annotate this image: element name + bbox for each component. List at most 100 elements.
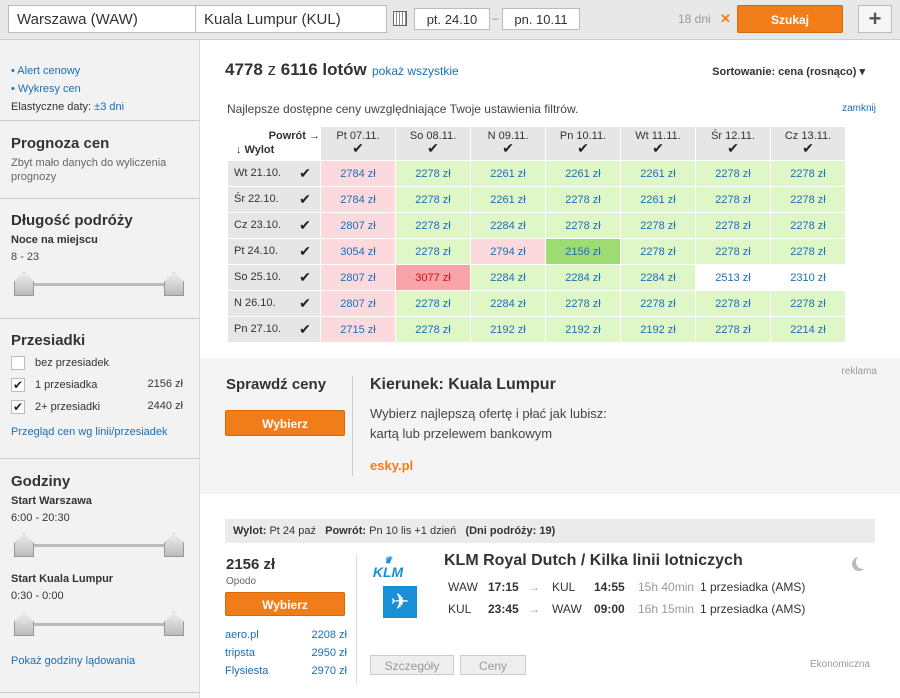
return-date-header[interactable]: Pn 10.11. ✔ bbox=[546, 127, 620, 160]
price-cell[interactable]: 2278 zł bbox=[396, 291, 470, 316]
vendor-name[interactable]: Flysiesta bbox=[225, 662, 268, 680]
depart-date-checkbox[interactable]: ✔ bbox=[298, 322, 312, 337]
price-cell[interactable]: 2278 zł bbox=[396, 213, 470, 238]
show-all-link[interactable]: pokaż wszystkie bbox=[372, 64, 459, 78]
price-cell[interactable]: 2278 zł bbox=[546, 213, 620, 238]
close-icon[interactable]: ✕ bbox=[720, 11, 731, 27]
grid-close-link[interactable]: zamknij bbox=[842, 103, 876, 114]
depart-date-header[interactable]: Pn 27.10. ✔ bbox=[228, 317, 320, 342]
stop-option[interactable]: bez przesiadek bbox=[11, 356, 191, 378]
price-alert-link[interactable]: • Alert cenowy bbox=[11, 65, 80, 77]
price-cell[interactable]: 2214 zł bbox=[771, 317, 845, 342]
vendor-name[interactable]: tripsta bbox=[225, 644, 255, 662]
price-cell[interactable]: 2278 zł bbox=[771, 213, 845, 238]
depart-date-checkbox[interactable]: ✔ bbox=[298, 192, 312, 207]
price-cell[interactable]: 2278 zł bbox=[621, 239, 695, 264]
vendor-price[interactable]: 2950 zł bbox=[312, 644, 347, 662]
return-date-header[interactable]: Pt 07.11. ✔ bbox=[321, 127, 395, 160]
price-cell[interactable]: 2278 zł bbox=[621, 213, 695, 238]
price-cell[interactable]: 2784 zł bbox=[321, 187, 395, 212]
prices-button[interactable]: Ceny bbox=[460, 655, 526, 675]
return-date-header[interactable]: Cz 13.11. ✔ bbox=[771, 127, 845, 160]
price-cell[interactable]: 2261 zł bbox=[621, 161, 695, 186]
price-cell[interactable]: 2192 zł bbox=[621, 317, 695, 342]
price-cell[interactable]: 2807 zł bbox=[321, 291, 395, 316]
price-cell[interactable]: 2807 zł bbox=[321, 213, 395, 238]
return-date-checkbox[interactable]: ✔ bbox=[501, 141, 515, 156]
details-button[interactable]: Szczegóły bbox=[370, 655, 454, 675]
slider-handle-max[interactable] bbox=[164, 272, 184, 296]
price-cell[interactable]: 2284 zł bbox=[546, 265, 620, 290]
destination-input[interactable]: Kuala Lumpur (KUL) bbox=[195, 5, 387, 33]
stop-option[interactable]: ✔ 2+ przesiadki 2440 zł bbox=[11, 400, 191, 422]
return-date-header[interactable]: N 09.11. ✔ bbox=[471, 127, 545, 160]
price-cell[interactable]: 2278 zł bbox=[396, 239, 470, 264]
landing-hours-link[interactable]: Pokaż godziny lądowania bbox=[11, 655, 135, 667]
vendor-name[interactable]: aero.pl bbox=[225, 626, 259, 644]
sort-dropdown[interactable]: Sortowanie: cena (rosnąco) ▾ bbox=[712, 65, 865, 78]
price-cell[interactable]: 2278 zł bbox=[771, 239, 845, 264]
result-choose-button[interactable]: Wybierz bbox=[225, 592, 345, 616]
return-date-checkbox[interactable]: ✔ bbox=[726, 141, 740, 156]
price-cell[interactable]: 2278 zł bbox=[696, 291, 770, 316]
price-cell[interactable]: 2278 zł bbox=[696, 161, 770, 186]
depart-date-header[interactable]: Pt 24.10. ✔ bbox=[228, 239, 320, 264]
price-cell[interactable]: 2278 zł bbox=[771, 187, 845, 212]
calendar-icon[interactable] bbox=[393, 11, 407, 26]
depart-date-header[interactable]: N 26.10. ✔ bbox=[228, 291, 320, 316]
price-cell[interactable]: 2278 zł bbox=[621, 291, 695, 316]
price-cell[interactable]: 2278 zł bbox=[696, 317, 770, 342]
stops-overview-link[interactable]: Przegląd cen wg linii/przesiadek bbox=[11, 426, 168, 438]
return-date-checkbox[interactable]: ✔ bbox=[801, 141, 815, 156]
depart-date-checkbox[interactable]: ✔ bbox=[298, 270, 312, 285]
price-cell[interactable]: 2278 zł bbox=[546, 187, 620, 212]
return-date-header[interactable]: So 08.11. ✔ bbox=[396, 127, 470, 160]
price-cell[interactable]: 2310 zł bbox=[771, 265, 845, 290]
price-cell[interactable]: 2156 zł bbox=[546, 239, 620, 264]
return-date-checkbox[interactable]: ✔ bbox=[576, 141, 590, 156]
slider-handle-max[interactable] bbox=[164, 533, 184, 557]
depart-date-checkbox[interactable]: ✔ bbox=[298, 166, 312, 181]
price-cell[interactable]: 2784 zł bbox=[321, 161, 395, 186]
price-cell[interactable]: 2261 zł bbox=[471, 187, 545, 212]
price-cell[interactable]: 2278 zł bbox=[696, 239, 770, 264]
price-cell[interactable]: 2261 zł bbox=[621, 187, 695, 212]
slider-handle-min[interactable] bbox=[14, 612, 34, 636]
return-date-checkbox[interactable]: ✔ bbox=[351, 141, 365, 156]
depart-date-header[interactable]: Wt 21.10. ✔ bbox=[228, 161, 320, 186]
price-cell[interactable]: 2278 zł bbox=[546, 291, 620, 316]
depart-date-input[interactable]: pt. 24.10 bbox=[414, 8, 490, 30]
price-cell[interactable]: 2261 zł bbox=[471, 161, 545, 186]
return-date-checkbox[interactable]: ✔ bbox=[651, 141, 665, 156]
stop-checkbox[interactable]: ✔ bbox=[11, 400, 25, 414]
slider-handle-max[interactable] bbox=[164, 612, 184, 636]
price-cell[interactable]: 2192 zł bbox=[471, 317, 545, 342]
slider-handle-min[interactable] bbox=[14, 533, 34, 557]
price-cell[interactable]: 2278 zł bbox=[396, 161, 470, 186]
price-cell[interactable]: 2807 zł bbox=[321, 265, 395, 290]
search-button[interactable]: Szukaj bbox=[737, 5, 843, 33]
price-cell[interactable]: 2284 zł bbox=[471, 291, 545, 316]
return-date-header[interactable]: Wt 11.11. ✔ bbox=[621, 127, 695, 160]
depart-date-header[interactable]: Cz 23.10. ✔ bbox=[228, 213, 320, 238]
ad-link[interactable]: esky.pl bbox=[370, 458, 413, 473]
return-date-header[interactable]: Śr 12.11. ✔ bbox=[696, 127, 770, 160]
return-date-checkbox[interactable]: ✔ bbox=[426, 141, 440, 156]
depart-date-checkbox[interactable]: ✔ bbox=[298, 218, 312, 233]
price-cell[interactable]: 3054 zł bbox=[321, 239, 395, 264]
slider-handle-min[interactable] bbox=[14, 272, 34, 296]
price-cell[interactable]: 2278 zł bbox=[771, 291, 845, 316]
vendor-price[interactable]: 2970 zł bbox=[312, 662, 347, 680]
price-cell[interactable]: 2794 zł bbox=[471, 239, 545, 264]
ad-choose-button[interactable]: Wybierz bbox=[225, 410, 345, 436]
depart-date-header[interactable]: Śr 22.10. ✔ bbox=[228, 187, 320, 212]
price-charts-link[interactable]: • Wykresy cen bbox=[11, 83, 81, 95]
price-cell[interactable]: 2715 zł bbox=[321, 317, 395, 342]
price-cell[interactable]: 2278 zł bbox=[696, 213, 770, 238]
add-icon[interactable]: + bbox=[858, 5, 892, 33]
origin-input[interactable]: Warszawa (WAW) bbox=[8, 5, 196, 33]
duration-slider[interactable] bbox=[14, 272, 184, 296]
stop-option[interactable]: ✔ 1 przesiadka 2156 zł bbox=[11, 378, 191, 400]
vendor-row[interactable]: tripsta 2950 zł bbox=[225, 644, 347, 662]
price-cell[interactable]: 3077 zł bbox=[396, 265, 470, 290]
